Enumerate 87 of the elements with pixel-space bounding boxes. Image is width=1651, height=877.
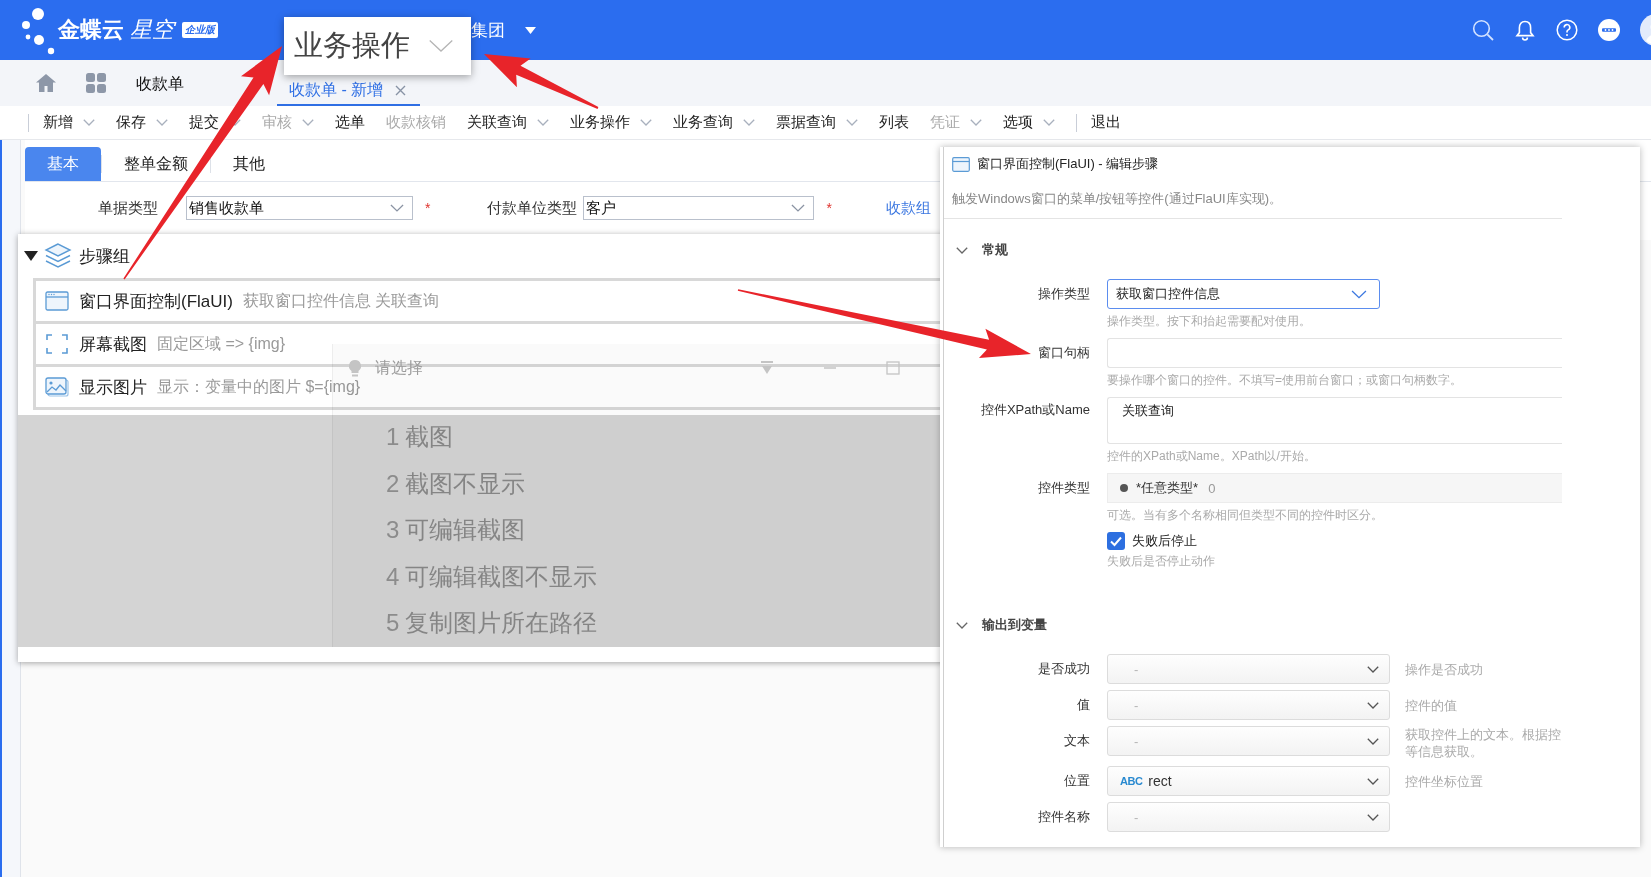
close-icon[interactable]: [395, 84, 407, 96]
step-title[interactable]: 屏幕截图: [79, 332, 147, 356]
step-title[interactable]: 窗口界面控制(FlaUI): [79, 289, 233, 313]
chevron-down-icon: [1367, 777, 1379, 785]
chevron-down-icon: [1367, 665, 1379, 673]
field-hint: 控件坐标位置: [1405, 772, 1484, 790]
field-hint: 失败后是否停止动作: [1107, 554, 1215, 568]
callout-label: 业务操作: [294, 28, 410, 63]
step-detail: 固定区域 => {img}: [157, 333, 286, 354]
chevron-down-icon: [1351, 289, 1367, 299]
edition-badge: 企业版: [182, 22, 218, 38]
section-toggle[interactable]: 常规: [956, 243, 1008, 257]
required-mark: *: [425, 200, 431, 216]
chevron-down-icon: [1367, 701, 1379, 709]
field-hint: 可选。当有多个名称相同但类型不同的控件时区分。: [1107, 508, 1383, 522]
section-toggle[interactable]: 输出到变量: [956, 618, 1047, 632]
home-icon[interactable]: [35, 73, 57, 93]
field-label: 控件XPath或Name: [979, 401, 1090, 419]
checkbox[interactable]: [1107, 532, 1125, 550]
toolbar-button[interactable]: 业务查询: [673, 113, 755, 132]
toolbar-button[interactable]: 保存: [116, 113, 168, 132]
tab[interactable]: 收款单: [120, 60, 200, 106]
field-label: 是否成功: [1037, 660, 1090, 678]
window-icon: [45, 289, 69, 313]
field-label: 值: [1076, 696, 1090, 714]
image-icon: [45, 375, 69, 399]
type-field[interactable]: *任意类型* 0: [1107, 473, 1562, 503]
search-icon[interactable]: [1472, 19, 1494, 41]
grid-icon[interactable]: [86, 73, 106, 93]
field-label: 文本: [1063, 732, 1090, 750]
text-area-field[interactable]: 关联查询: [1107, 397, 1562, 444]
toolbar-button[interactable]: 列表: [879, 113, 909, 132]
link[interactable]: 收款组: [885, 198, 931, 218]
select-field[interactable]: 客户: [583, 196, 815, 220]
select-field[interactable]: ABC rect: [1107, 766, 1390, 796]
field-hint: 操作类型。按下和抬起需要配对使用。: [1107, 314, 1311, 328]
form-tab[interactable]: 整单金额: [102, 147, 210, 181]
dots-circle-icon[interactable]: [1598, 19, 1620, 41]
field-hint: 控件的值: [1405, 696, 1458, 714]
input-field[interactable]: [1107, 338, 1562, 368]
field-hint: 要操作哪个窗口的控件。不填写=使用前台窗口；或窗口句柄数字。: [1107, 373, 1462, 387]
form-tab[interactable]: 基本: [25, 147, 101, 181]
dots-logo-icon: [20, 5, 56, 55]
group-title: 步骤组: [79, 245, 130, 268]
field-label: 控件名称: [1037, 808, 1090, 826]
selection-frame-icon: [45, 332, 69, 356]
step-detail: 显示：变量中的图片 $={img}: [157, 376, 361, 397]
toolbar-button[interactable]: 业务操作: [570, 113, 652, 132]
toolbar-button[interactable]: 选单: [335, 113, 365, 132]
caret-down-icon[interactable]: [24, 251, 38, 261]
step-detail: 获取窗口控件信息 关联查询: [242, 290, 440, 311]
select-field[interactable]: 销售收款单: [186, 196, 413, 220]
panel-title: 窗口界面控制(FlaUI) - 编辑步骤: [977, 155, 1159, 173]
select-field[interactable]: 获取窗口控件信息: [1107, 279, 1380, 309]
menu-title: 请选择: [375, 357, 423, 378]
checkbox-label: 失败后停止: [1132, 532, 1197, 550]
toolbar-button[interactable]: 选项: [1003, 113, 1055, 132]
bulb-icon: [347, 359, 363, 377]
help-icon[interactable]: [1556, 19, 1578, 41]
layers-icon: [44, 243, 72, 269]
field-label: 付款单位类型: [487, 198, 578, 218]
panel-description: 触发Windows窗口的菜单/按钮等控件(通过FlaUI库实现)。: [951, 192, 1284, 206]
field-label: 窗口句柄: [1037, 344, 1090, 362]
brand-name: 金蝶云: [58, 16, 124, 44]
bell-icon[interactable]: [1514, 19, 1536, 41]
toolbar-button[interactable]: 关联查询: [467, 113, 549, 132]
field-hint: 操作是否成功: [1405, 660, 1484, 678]
toolbar-button[interactable]: 新增: [43, 113, 95, 132]
field-label: 位置: [1063, 772, 1090, 790]
org-name[interactable]: 集团: [471, 18, 505, 42]
field-hint: 获取控件上的文本。根据控等信息获取。: [1405, 726, 1561, 760]
chevron-down-icon: [390, 204, 404, 212]
chevron-down-icon: [1367, 737, 1379, 745]
chevron-down-icon: [428, 39, 454, 53]
step-title[interactable]: 显示图片: [79, 375, 147, 399]
field-label: 操作类型: [1037, 285, 1090, 303]
window-icon: [952, 156, 970, 172]
toolbar-button[interactable]: 退出: [1091, 113, 1121, 132]
form-tab[interactable]: 其他: [211, 147, 287, 181]
dot-icon: [1120, 484, 1128, 492]
chevron-down-icon: [1367, 813, 1379, 821]
field-label: 控件类型: [1037, 479, 1090, 497]
toolbar-button[interactable]: 票据查询: [776, 113, 858, 132]
field-label: 单据类型: [98, 198, 158, 218]
chevron-down-icon: [791, 204, 806, 212]
required-mark: *: [826, 200, 832, 216]
field-hint: 控件的XPath或Name。XPath以/开始。: [1107, 449, 1316, 463]
